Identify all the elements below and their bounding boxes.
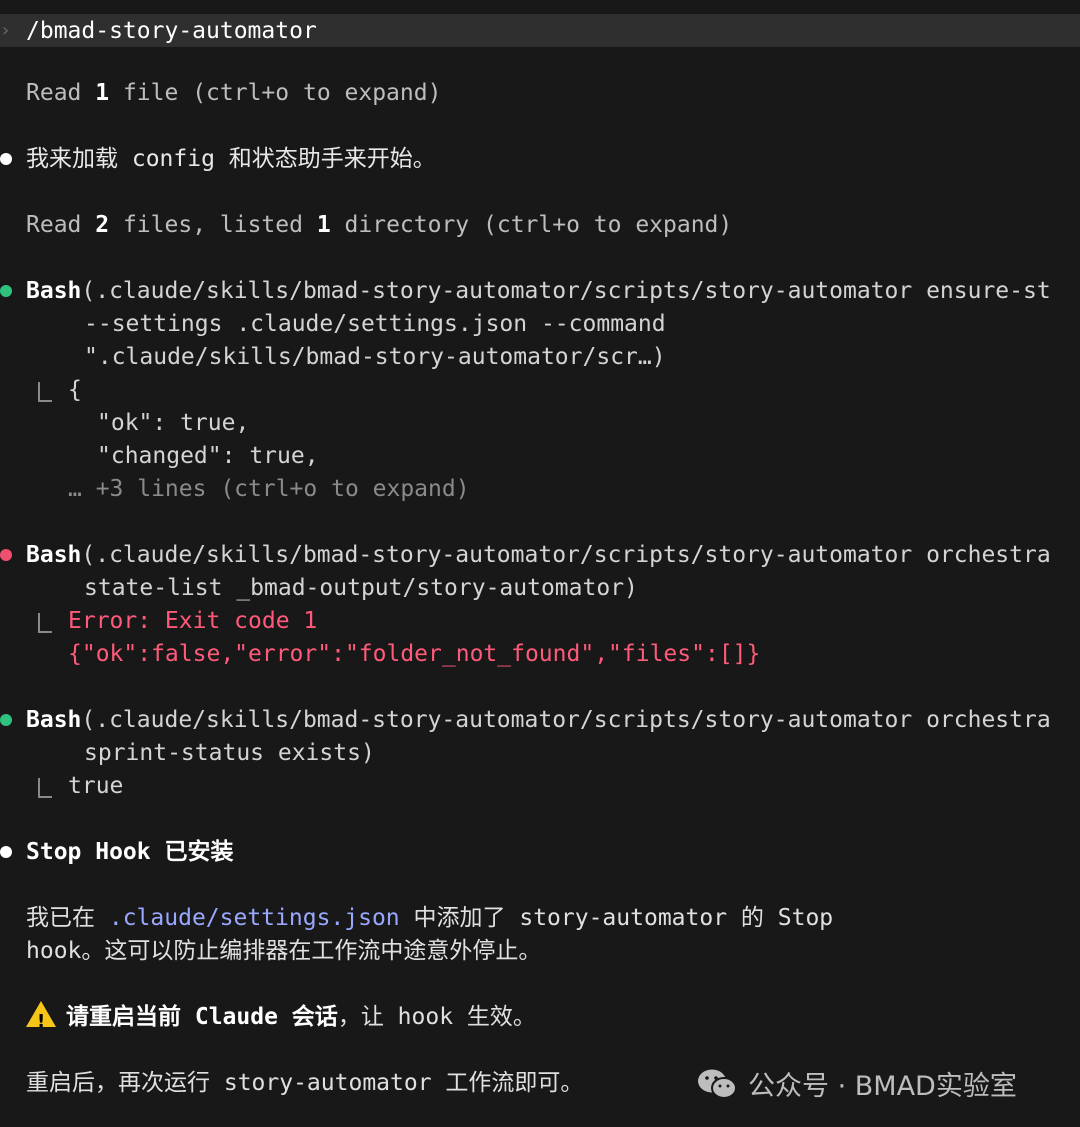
command-bar[interactable]: › /bmad-story-automator — [0, 14, 1080, 47]
bash-call-3-line2: sprint-status exists) — [84, 740, 375, 766]
bash-output-1: { — [68, 377, 82, 403]
error-json: {"ok":false,"error":"folder_not_found","… — [68, 641, 761, 667]
bash-output-1-line2: "ok": true, — [97, 410, 250, 436]
chevron-right-icon: › — [0, 20, 11, 41]
warning-line: ! 请重启当前 Claude 会话，让 hook 生效。 — [26, 1001, 536, 1034]
expand-lines-link[interactable]: … +3 lines (ctrl+o to expand) — [68, 473, 470, 506]
bash-call-1[interactable]: Bash(.claude/skills/bmad-story-automator… — [26, 275, 1051, 308]
bash-call-3[interactable]: Bash(.claude/skills/bmad-story-automator… — [26, 704, 1051, 737]
bash-output-1-line3: "changed": true, — [97, 443, 319, 469]
section-heading: Stop Hook 已安装 — [26, 839, 234, 865]
bash-output-3: true — [68, 773, 124, 799]
wechat-icon — [698, 1069, 737, 1099]
hook-paragraph-line1: 我已在 .claude/settings.json 中添加了 story-aut… — [26, 905, 834, 931]
error-bullet-icon — [0, 549, 12, 561]
output-connector-icon — [38, 778, 52, 798]
hook-paragraph-line2: hook。这可以防止编排器在工作流中途意外停止。 — [26, 938, 542, 964]
watermark-text: 公众号 · BMAD实验室 — [748, 1071, 1017, 1102]
read-summary-2[interactable]: Read 2 files, listed 1 directory (ctrl+o… — [26, 209, 732, 242]
success-bullet-icon — [0, 714, 12, 726]
settings-path: .claude/settings.json — [108, 905, 400, 931]
command-text: /bmad-story-automator — [26, 17, 317, 44]
assistant-message: 我来加载 config 和状态助手来开始。 — [26, 146, 436, 172]
bash-call-1-line2: --settings .claude/settings.json --comma… — [84, 311, 666, 337]
success-bullet-icon — [0, 285, 12, 297]
bullet-icon — [0, 846, 12, 858]
bash-call-1-line3: ".claude/skills/bmad-story-automator/scr… — [84, 344, 666, 370]
read-summary-1[interactable]: Read 1 file (ctrl+o to expand) — [26, 77, 441, 110]
output-connector-icon — [38, 382, 52, 402]
warning-icon: ! — [26, 1001, 56, 1032]
error-message: Error: Exit code 1 — [68, 608, 318, 634]
watermark: 公众号 · BMAD实验室 — [696, 1064, 1017, 1103]
bash-call-2-line2: state-list _bmad-output/story-automator) — [84, 575, 638, 601]
bash-call-2[interactable]: Bash(.claude/skills/bmad-story-automator… — [26, 539, 1051, 572]
bullet-icon — [0, 153, 12, 165]
output-connector-icon — [38, 613, 52, 633]
final-instruction: 重启后，再次运行 story-automator 工作流即可。 — [26, 1070, 584, 1096]
